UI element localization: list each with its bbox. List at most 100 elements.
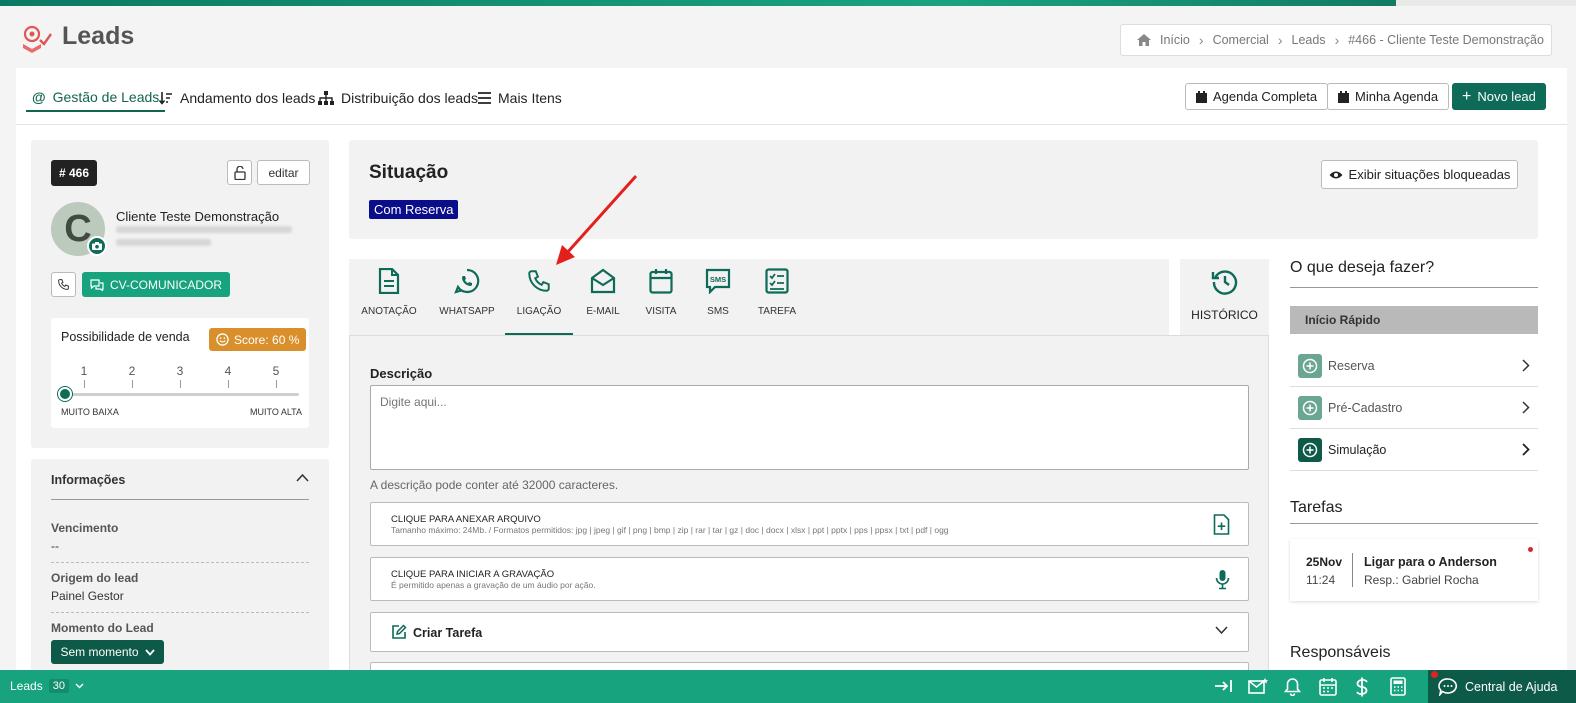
action-ligacao[interactable]: LIGAÇÃO: [505, 259, 573, 335]
start-recording-button[interactable]: CLIQUE PARA INICIAR A GRAVAÇÃO É permiti…: [370, 557, 1249, 601]
unlock-button[interactable]: [227, 160, 252, 185]
camera-icon[interactable]: [87, 236, 107, 256]
breadcrumb-home[interactable]: Início: [1160, 33, 1190, 47]
edit-icon: [392, 624, 407, 639]
quick-item-reserva[interactable]: Reserva: [1290, 345, 1538, 387]
phone-icon: [58, 279, 69, 290]
agenda-completa-button[interactable]: Agenda Completa: [1185, 83, 1329, 110]
action-label: VISITA: [645, 306, 677, 317]
action-email[interactable]: E-MAIL: [585, 259, 621, 335]
notification-dot: [1431, 671, 1438, 678]
task-title: Ligar para o Anderson: [1364, 555, 1497, 569]
calculator-icon[interactable]: [1390, 677, 1406, 696]
sort-icon: [159, 92, 172, 105]
action-sms[interactable]: SMS SMS: [701, 259, 735, 335]
lead-email-redacted: [116, 226, 292, 233]
action-visita[interactable]: VISITA: [643, 259, 679, 335]
action-anotacao[interactable]: ANOTAÇÃO: [359, 259, 419, 335]
novo-lead-button[interactable]: + Novo lead: [1452, 83, 1546, 110]
plus-circle-icon: [1298, 437, 1322, 462]
smile-icon: [216, 333, 229, 346]
dollar-icon[interactable]: [1355, 677, 1369, 697]
home-icon: [1137, 34, 1151, 46]
whatsapp-icon: [454, 268, 480, 294]
mail-notification-icon[interactable]: [1248, 677, 1270, 695]
nav-bar: @ Gestão de Leads Andamento dos leads Di…: [16, 68, 1567, 125]
possibility-slider-track[interactable]: [65, 393, 299, 396]
collapse-right-icon[interactable]: [1214, 677, 1234, 695]
divider: [51, 562, 309, 563]
quick-item-label: Pré-Cadastro: [1328, 400, 1403, 415]
page-header: Leads Início › Comercial › Leads › #466 …: [0, 6, 1576, 68]
tab-label: Mais Itens: [498, 90, 562, 106]
field-key-origem: Origem do lead: [51, 571, 139, 585]
edit-button[interactable]: editar: [257, 160, 310, 185]
tab-distribuicao-dos-leads[interactable]: Distribuição dos leads: [318, 84, 478, 112]
tab-label: Andamento dos leads: [180, 90, 316, 106]
scale-tick: [228, 380, 229, 388]
tab-gestao-de-leads[interactable]: @ Gestão de Leads: [26, 84, 166, 112]
scale-label-5: 5: [272, 364, 280, 378]
field-key-momento: Momento do Lead: [51, 621, 154, 635]
score-value: Score: 60 %: [234, 332, 300, 347]
breadcrumb-leads[interactable]: Leads: [1292, 33, 1326, 47]
attach-file-button[interactable]: CLIQUE PARA ANEXAR ARQUIVO Tamanho máxim…: [370, 502, 1249, 546]
situation-panel: Situação Com Reserva Exibir situações bl…: [349, 140, 1538, 239]
next-accordion-row[interactable]: [370, 662, 1249, 670]
tab-mais-itens[interactable]: Mais Itens: [478, 84, 562, 112]
task-card[interactable]: 25Nov 11:24 Ligar para o Anderson Resp.:…: [1290, 539, 1538, 601]
footer-count: 30: [48, 679, 69, 693]
calendar-icon: [1196, 90, 1207, 103]
tab-andamento-dos-leads[interactable]: Andamento dos leads: [159, 84, 315, 112]
description-help-text: A descrição pode conter até 32000 caract…: [370, 478, 619, 492]
help-chat-icon: [1438, 677, 1458, 696]
lead-card: # 466 editar C Cliente Teste Demonstraçã…: [31, 140, 329, 448]
lead-phone-redacted: [116, 239, 211, 246]
chevron-down-icon: [1215, 626, 1228, 635]
quick-item-simulacao[interactable]: Simulação: [1290, 429, 1538, 471]
footer-bar: Leads 30 Central de Ajuda: [0, 670, 1576, 703]
bell-icon[interactable]: [1284, 677, 1301, 696]
divider: [1290, 287, 1538, 288]
calendar-icon: [649, 269, 673, 294]
moment-dropdown-button[interactable]: Sem momento: [51, 640, 164, 664]
show-blocked-situations-button[interactable]: Exibir situações bloqueadas: [1321, 160, 1518, 189]
calendar-icon[interactable]: [1319, 677, 1337, 696]
field-key-vencimento: Vencimento: [51, 521, 119, 535]
action-label: WHATSAPP: [439, 306, 495, 317]
action-label: SMS: [707, 306, 729, 317]
description-label: Descrição: [370, 366, 433, 381]
possibility-slider-handle[interactable]: [58, 387, 72, 401]
action-whatsapp[interactable]: WHATSAPP: [439, 259, 495, 335]
right-column: O que deseja fazer? Início Rápido Reserv…: [1290, 255, 1538, 670]
minha-agenda-button[interactable]: Minha Agenda: [1327, 83, 1450, 110]
menu-icon: [478, 92, 491, 104]
sms-icon: SMS: [705, 268, 731, 294]
create-task-accordion[interactable]: Criar Tarefa: [370, 612, 1249, 652]
chevron-right-icon: [1522, 359, 1530, 372]
calendar-icon: [1338, 90, 1349, 103]
lead-name: Cliente Teste Demonstração: [116, 209, 280, 224]
description-textarea[interactable]: [370, 385, 1249, 470]
help-label: Central de Ajuda: [1465, 679, 1558, 694]
call-button[interactable]: [51, 272, 76, 297]
record-subtitle: É permitido apenas a gravação de um áudi…: [391, 580, 596, 590]
action-tarefa[interactable]: TAREFA: [758, 259, 796, 335]
chevron-up-icon[interactable]: [296, 473, 309, 482]
scale-label-1: 1: [80, 364, 88, 378]
task-date: 25Nov: [1306, 555, 1343, 569]
scale-max-label: MUITO ALTA: [250, 407, 303, 417]
cv-comunicador-button[interactable]: CV-COMUNICADOR: [82, 272, 230, 297]
button-label: Minha Agenda: [1355, 89, 1439, 104]
scale-tick: [132, 380, 133, 388]
divider: [1352, 553, 1353, 587]
score-badge: Score: 60 %: [209, 328, 307, 351]
quick-item-pre-cadastro[interactable]: Pré-Cadastro: [1290, 387, 1538, 429]
history-button[interactable]: HISTÓRICO: [1180, 259, 1269, 335]
attach-title: CLIQUE PARA ANEXAR ARQUIVO: [391, 514, 541, 525]
help-center-button[interactable]: Central de Ajuda: [1428, 670, 1576, 703]
footer-module[interactable]: Leads 30: [10, 679, 84, 693]
breadcrumb-comercial[interactable]: Comercial: [1213, 33, 1269, 47]
envelope-icon: [590, 268, 616, 294]
divider: [51, 612, 309, 613]
